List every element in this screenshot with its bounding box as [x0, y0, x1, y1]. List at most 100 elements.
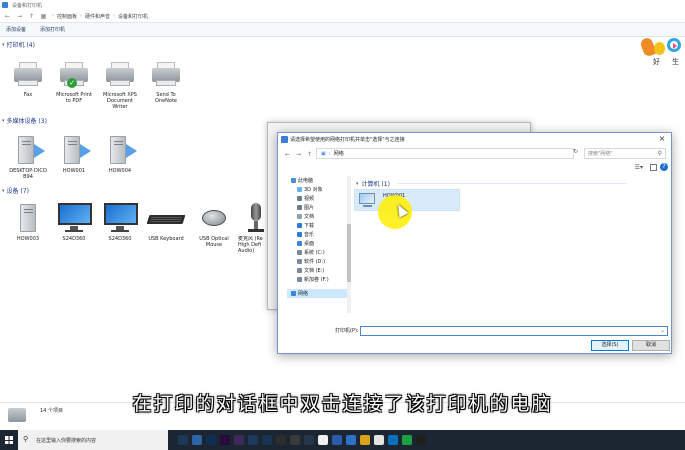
taskbar-app-icon[interactable] — [290, 435, 300, 445]
device-label: USB Optical Mouse — [199, 236, 229, 248]
refresh-icon[interactable]: ↻ — [570, 148, 581, 159]
printer-name-input[interactable]: ⌄ — [360, 326, 668, 336]
taskbar-app-icon[interactable] — [192, 435, 202, 445]
computer-group-header[interactable]: ▾ 计算机 (1) — [356, 179, 627, 188]
nav-item[interactable]: 文档 (E:) — [287, 266, 348, 275]
preview-pane-icon[interactable] — [650, 164, 657, 171]
taskbar-app-icon[interactable] — [262, 435, 272, 445]
taskbar-app-icon[interactable] — [402, 435, 412, 445]
fax-icon — [10, 58, 46, 90]
dialog-search-input[interactable]: 搜索"网络" ⚲ — [584, 148, 666, 159]
back-arrow-icon[interactable]: ← — [284, 151, 291, 158]
device-label: Microsoft XPS Document Writer — [103, 92, 137, 110]
device-how004[interactable]: HOW004 — [98, 134, 142, 174]
network-icon — [281, 136, 288, 143]
folder-icon — [297, 232, 302, 237]
monitor-icon — [56, 202, 92, 234]
dialog-title: 请选择希望使用的网络打印机并单击"选择"与之连接 — [290, 137, 405, 143]
breadcrumb-control-panel[interactable]: 控制面板 — [57, 13, 77, 20]
device-fax[interactable]: Fax — [6, 58, 50, 98]
taskbar-app-icon[interactable] — [332, 435, 342, 445]
taskbar-app-icon[interactable] — [360, 435, 370, 445]
taskbar-search-box[interactable]: ⚲ 在这里输入你要搜索的内容 — [18, 430, 168, 450]
add-device-button[interactable]: 添加设备 — [6, 26, 26, 33]
organize-button[interactable]: 组织 ▾ — [288, 165, 302, 172]
taskbar-app-icon[interactable] — [374, 435, 384, 445]
nav-item[interactable]: 3D 对象 — [287, 185, 348, 194]
view-options-icon[interactable]: ☰▾ — [635, 164, 643, 171]
breadcrumb-hardware-sound[interactable]: 硬件和声音 — [85, 13, 110, 20]
dialog-address-field[interactable]: ▣ › 网络 — [316, 148, 574, 159]
close-icon[interactable]: × — [657, 134, 667, 144]
devices-section-header[interactable]: ▾ 设备 (7) — [0, 186, 270, 196]
nav-item-label: 软件 (D:) — [304, 259, 326, 265]
start-button[interactable] — [0, 430, 18, 450]
up-arrow-icon[interactable]: ↑ — [306, 151, 313, 158]
folder-icon — [297, 268, 302, 273]
device-label: HOW003 — [16, 236, 40, 242]
nav-item[interactable]: 桌面 — [287, 239, 348, 248]
taskbar-app-icon[interactable] — [346, 435, 356, 445]
nav-item[interactable]: 视频 — [287, 194, 348, 203]
up-arrow-icon[interactable]: ↑ — [28, 13, 35, 20]
back-arrow-icon[interactable]: ← — [4, 13, 11, 20]
taskbar-app-icon[interactable] — [178, 435, 188, 445]
nav-item[interactable]: 系统 (C:) — [287, 248, 348, 257]
device-desktop[interactable]: DESKTOP-DICO B94 — [6, 134, 50, 180]
folder-icon — [297, 250, 302, 255]
device-how003[interactable]: HOW003 — [6, 202, 50, 242]
breadcrumb-devices-printers[interactable]: 设备和打印机 — [118, 13, 148, 20]
taskbar-app-icon[interactable] — [234, 435, 244, 445]
chevron-down-icon: ▾ — [2, 187, 5, 194]
media-pc-icon — [102, 134, 138, 166]
chevron-down-icon: ▾ — [356, 180, 359, 187]
taskbar-app-icon[interactable] — [318, 435, 328, 445]
nav-item[interactable]: 图片 — [287, 203, 348, 212]
nav-item-label: 此电脑 — [298, 178, 314, 184]
command-bar: 添加设备 添加打印机 — [0, 23, 685, 37]
address-bar: ← → ↑ ▦ › 控制面板 › 硬件和声音 › 设备和打印机 — [0, 10, 685, 23]
taskbar-app-icon[interactable] — [276, 435, 286, 445]
cancel-button[interactable]: 取消 — [632, 340, 670, 351]
nav-item-label: 图片 — [304, 205, 315, 211]
device-usb-keyboard[interactable]: USB Keyboard — [144, 202, 188, 242]
channel-logo: 好 生 — [639, 36, 684, 70]
device-microsoft-print-to-pdf[interactable]: ✓ Microsoft Print to PDF — [52, 58, 96, 104]
folder-icon — [297, 223, 302, 228]
chevron-down-icon[interactable]: ⌄ — [660, 327, 665, 334]
printers-section-header[interactable]: ▾ 打印机 (4) — [0, 40, 270, 50]
video-subtitle: 在打印的对话框中双击连接了该打印机的电脑 — [132, 393, 553, 415]
computer-icon — [359, 193, 379, 209]
nav-item[interactable]: 此电脑 — [287, 176, 348, 185]
add-printer-button[interactable]: 添加打印机 — [40, 26, 65, 33]
device-send-to-onenote[interactable]: Send To OneNote — [144, 58, 188, 104]
taskbar-app-icon[interactable] — [220, 435, 230, 445]
taskbar-app-icon[interactable] — [304, 435, 314, 445]
device-microsoft-xps-writer[interactable]: Microsoft XPS Document Writer — [98, 58, 142, 110]
nav-item[interactable]: 音乐 — [287, 230, 348, 239]
nav-item-label: 3D 对象 — [304, 187, 323, 193]
nav-item[interactable]: 文档 — [287, 212, 348, 221]
multimedia-section-header[interactable]: ▾ 多媒体设备 (3) — [0, 116, 270, 126]
nav-item[interactable]: 下载 — [287, 221, 348, 230]
nav-scrollbar[interactable] — [347, 176, 351, 313]
device-monitor-1[interactable]: S24D360 — [52, 202, 96, 242]
taskbar-app-icon[interactable] — [248, 435, 258, 445]
nav-item[interactable]: 新加卷 (F:) — [287, 275, 348, 284]
control-panel-icon: ▦ — [40, 12, 47, 20]
device-monitor-2[interactable]: S24D360 — [98, 202, 142, 242]
forward-arrow-icon[interactable]: → — [16, 13, 23, 20]
printer-name-row: 打印机(P): ⌄ — [278, 323, 671, 337]
taskbar-app-icon[interactable] — [388, 435, 398, 445]
select-button[interactable]: 选择(S) — [591, 340, 629, 351]
forward-arrow-icon[interactable]: → — [295, 151, 302, 158]
nav-item-label: 视频 — [304, 196, 315, 202]
nav-item[interactable]: 软件 (D:) — [287, 257, 348, 266]
help-icon[interactable]: ? — [660, 163, 668, 171]
keyboard-icon — [146, 202, 186, 234]
nav-item[interactable]: 网络 — [287, 289, 348, 298]
taskbar-app-icon[interactable] — [416, 435, 426, 445]
device-how001[interactable]: HOW001 — [52, 134, 96, 174]
device-usb-mouse[interactable]: USB Optical Mouse — [192, 202, 236, 248]
taskbar-app-icon[interactable] — [206, 435, 216, 445]
